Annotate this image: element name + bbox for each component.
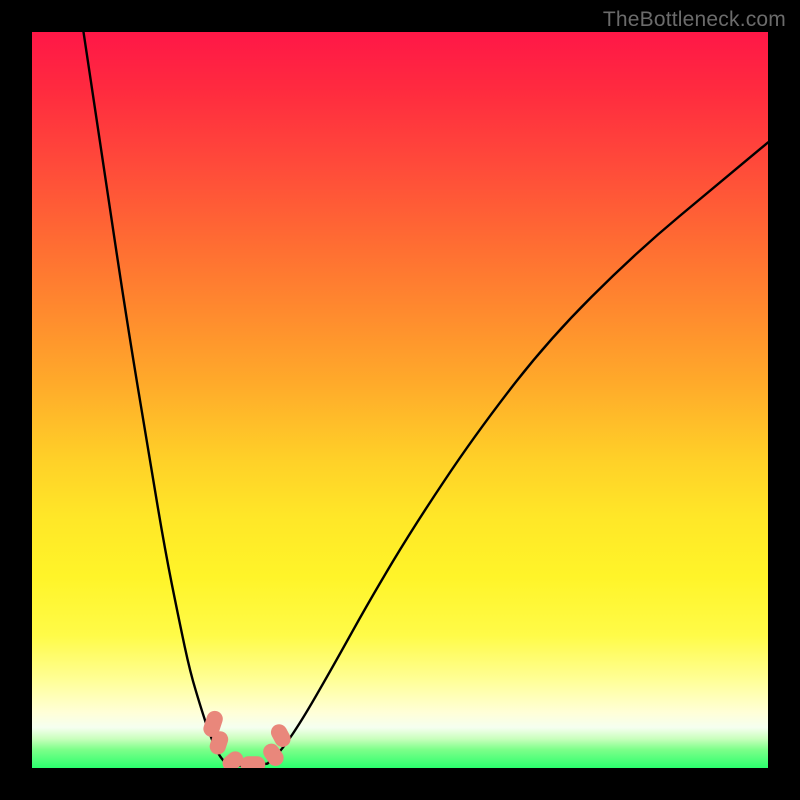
curve-layer (32, 32, 768, 768)
outer-frame: TheBottleneck.com (0, 0, 800, 800)
marker-capsule (240, 756, 265, 768)
bottleneck-curve (84, 32, 769, 766)
plot-area (32, 32, 768, 768)
watermark-text: TheBottleneck.com (603, 8, 786, 32)
curve-markers (201, 709, 293, 768)
